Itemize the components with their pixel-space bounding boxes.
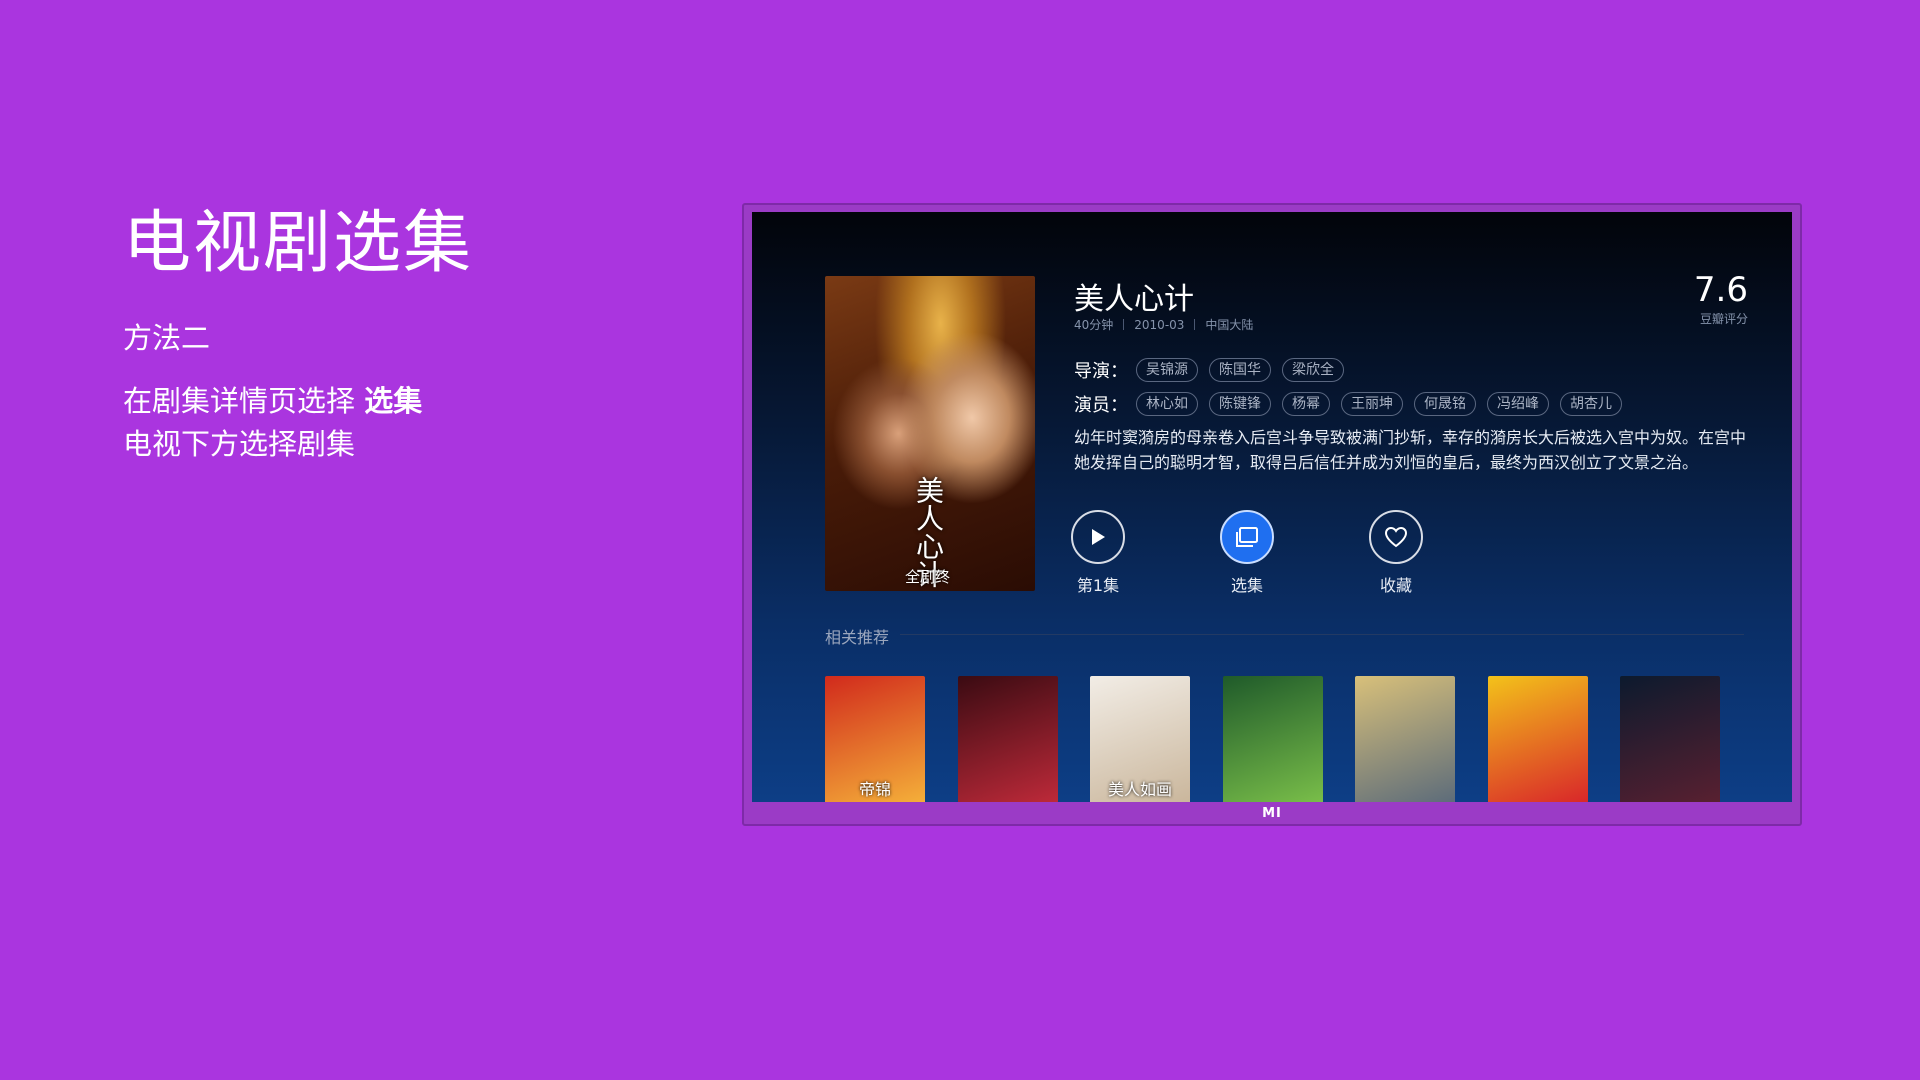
director-chip[interactable]: 陈国华 xyxy=(1209,358,1271,382)
rating-block: 7.6 豆瓣评分 xyxy=(1694,270,1748,327)
tv-frame: 美人心计 全剧终 美人心计 40分钟 2010-03 中国大陆 7.6 豆瓣评分… xyxy=(742,203,1802,826)
play-episode-button[interactable]: 第1集 xyxy=(1058,510,1138,596)
related-poster[interactable] xyxy=(1355,676,1455,802)
play-episode-label: 第1集 xyxy=(1076,576,1120,595)
related-poster[interactable] xyxy=(1487,676,1588,802)
related-poster-caption: 帝锦 xyxy=(858,780,891,799)
rating-score: 7.6 xyxy=(1693,270,1748,310)
intro-instructions: 在剧集详情页选择 选集 电视下方选择剧集 xyxy=(123,380,683,466)
meta-date: 2010-03 xyxy=(1134,317,1185,332)
related-poster[interactable]: 帝锦 xyxy=(825,676,925,802)
favorite-button[interactable]: 收藏 xyxy=(1356,510,1436,596)
favorite-label: 收藏 xyxy=(1379,576,1412,595)
related-poster[interactable] xyxy=(1620,676,1720,802)
tv-screen: 美人心计 全剧终 美人心计 40分钟 2010-03 中国大陆 7.6 豆瓣评分… xyxy=(752,212,1792,802)
intro-panel: 电视剧选集 方法二 在剧集详情页选择 选集 电视下方选择剧集 xyxy=(123,202,683,466)
meta-region: 中国大陆 xyxy=(1205,318,1254,332)
cast-chip[interactable]: 胡杏儿 xyxy=(1560,392,1622,416)
show-poster[interactable]: 美人心计 全剧终 xyxy=(825,276,1035,591)
director-chip[interactable]: 梁欣全 xyxy=(1282,358,1344,382)
heart-icon xyxy=(1369,510,1423,564)
related-divider xyxy=(900,634,1744,635)
cast-chip[interactable]: 王丽坤 xyxy=(1341,392,1403,416)
director-row: 导演： 吴锦源 陈国华 梁欣全 xyxy=(1074,357,1355,383)
cast-chip[interactable]: 陈键锋 xyxy=(1209,392,1271,416)
intro-line-1-bold: 选集 xyxy=(364,384,423,418)
intro-line-2: 电视下方选择剧集 xyxy=(123,427,356,461)
related-poster[interactable] xyxy=(957,676,1058,802)
show-meta: 40分钟 2010-03 中国大陆 xyxy=(1074,316,1253,333)
play-icon xyxy=(1071,510,1125,564)
related-title: 相关推荐 xyxy=(825,628,890,647)
related-list: 帝锦 美人如画 xyxy=(825,676,1725,802)
cast-chip[interactable]: 杨幂 xyxy=(1282,392,1330,416)
cast-chip[interactable]: 冯绍峰 xyxy=(1487,392,1549,416)
episodes-icon xyxy=(1220,510,1274,564)
meta-duration: 40分钟 xyxy=(1074,318,1114,332)
poster-tag: 全剧终 xyxy=(905,568,951,586)
intro-title: 电视剧选集 xyxy=(123,204,474,283)
select-episodes-button[interactable]: 选集 xyxy=(1207,510,1287,596)
cast-row: 演员： 林心如 陈键锋 杨幂 王丽坤 何晟铭 冯绍峰 胡杏儿 xyxy=(1074,391,1633,417)
related-poster[interactable]: 美人如画 xyxy=(1090,676,1190,802)
cast-label: 演员： xyxy=(1074,395,1128,416)
intro-method: 方法二 xyxy=(123,321,211,355)
show-title: 美人心计 xyxy=(1074,282,1194,317)
rating-label: 豆瓣评分 xyxy=(1699,312,1748,326)
meta-divider xyxy=(1123,319,1125,330)
cast-chip[interactable]: 何晟铭 xyxy=(1414,392,1476,416)
meta-divider xyxy=(1194,319,1196,330)
related-poster[interactable] xyxy=(1222,676,1323,802)
intro-line-1-text: 在剧集详情页选择 xyxy=(123,384,365,418)
director-label: 导演： xyxy=(1074,361,1128,382)
synopsis: 幼年时窦漪房的母亲卷入后宫斗争导致被满门抄斩，幸存的漪房长大后被选入宫中为奴。在… xyxy=(1074,428,1747,472)
select-episodes-label: 选集 xyxy=(1230,576,1263,595)
cast-chip[interactable]: 林心如 xyxy=(1136,392,1198,416)
mi-logo: MI xyxy=(1262,806,1282,821)
intro-line-1: 在剧集详情页选择 选集 xyxy=(123,380,683,423)
director-chip[interactable]: 吴锦源 xyxy=(1136,358,1198,382)
related-poster-caption: 美人如画 xyxy=(1107,780,1172,799)
